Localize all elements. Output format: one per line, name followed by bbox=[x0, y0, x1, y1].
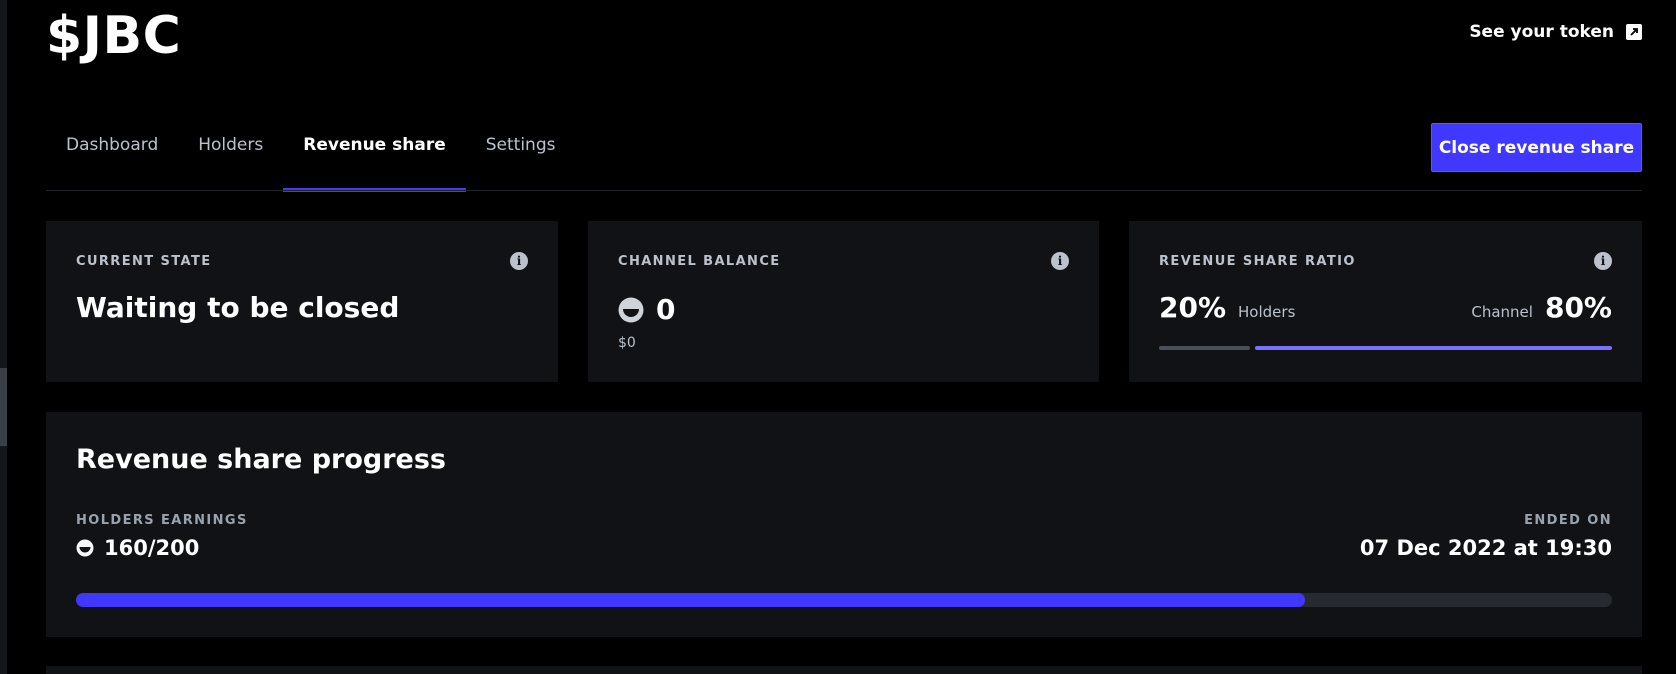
joy-token-icon bbox=[618, 297, 644, 322]
ratio-bar-channel bbox=[1254, 346, 1612, 350]
channel-percent: 80% bbox=[1544, 291, 1612, 324]
tab-revenue-share[interactable]: Revenue share bbox=[283, 118, 466, 192]
see-token-label: See your token bbox=[1469, 22, 1614, 42]
holders-label: Holders bbox=[1238, 303, 1296, 321]
scroll-thumb[interactable] bbox=[0, 368, 7, 446]
revenue-share-progress-card: Revenue share progress HOLDERS EARNINGS … bbox=[46, 412, 1642, 637]
channel-label: Channel bbox=[1471, 303, 1533, 321]
tab-bar: Dashboard Holders Revenue share Settings bbox=[46, 118, 575, 192]
progress-title: Revenue share progress bbox=[76, 444, 446, 475]
holders-earnings-row: 160/200 bbox=[76, 536, 199, 560]
tabs-divider bbox=[46, 190, 1642, 191]
progress-track bbox=[76, 593, 1612, 607]
holders-earnings-label: HOLDERS EARNINGS bbox=[76, 513, 248, 528]
channel-balance-value: 0 bbox=[656, 293, 676, 326]
info-icon[interactable]: i bbox=[1594, 252, 1612, 270]
joy-token-icon bbox=[76, 539, 94, 557]
revenue-share-ratio-card: REVENUE SHARE RATIO i 20% Holders Channe… bbox=[1129, 221, 1642, 382]
ratio-channel: Channel 80% bbox=[1471, 291, 1612, 324]
channel-balance-row: 0 bbox=[618, 293, 675, 326]
holders-percent: 20% bbox=[1159, 291, 1227, 324]
info-icon[interactable]: i bbox=[1051, 252, 1069, 270]
token-title: $JBC bbox=[46, 6, 182, 66]
tab-holders[interactable]: Holders bbox=[178, 118, 283, 192]
current-state-card: CURRENT STATE i Waiting to be closed bbox=[46, 221, 558, 382]
channel-balance-label: CHANNEL BALANCE bbox=[618, 254, 781, 269]
external-link-icon bbox=[1626, 24, 1642, 40]
ended-on-label: ENDED ON bbox=[1524, 513, 1612, 528]
left-rail bbox=[0, 0, 7, 674]
ratio-bar-holders bbox=[1159, 346, 1250, 350]
see-token-link[interactable]: See your token bbox=[1469, 22, 1642, 42]
ratio-holders: 20% Holders bbox=[1159, 291, 1295, 324]
tab-dashboard[interactable]: Dashboard bbox=[46, 118, 178, 192]
current-state-label: CURRENT STATE bbox=[76, 254, 212, 269]
close-revenue-share-button[interactable]: Close revenue share bbox=[1431, 123, 1642, 172]
ended-on-value: 07 Dec 2022 at 19:30 bbox=[1359, 536, 1612, 560]
ratio-label: REVENUE SHARE RATIO bbox=[1159, 254, 1356, 269]
progress-fill bbox=[76, 593, 1305, 607]
tab-settings[interactable]: Settings bbox=[466, 118, 576, 192]
current-state-value: Waiting to be closed bbox=[76, 291, 400, 324]
channel-balance-card: CHANNEL BALANCE i 0 $0 bbox=[588, 221, 1099, 382]
ratio-bar bbox=[1159, 346, 1612, 350]
info-icon[interactable]: i bbox=[510, 252, 528, 270]
holders-earnings-value: 160/200 bbox=[104, 536, 200, 560]
next-card bbox=[46, 666, 1642, 674]
channel-balance-usd: $0 bbox=[618, 335, 636, 351]
